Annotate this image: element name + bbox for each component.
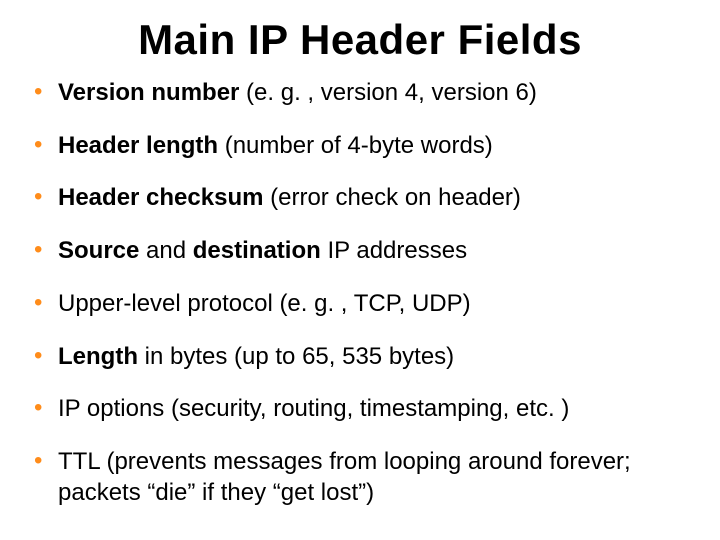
list-item: IP options (security, routing, timestamp… <box>26 394 694 425</box>
list-item: Upper-level protocol (e. g. , TCP, UDP) <box>26 289 694 320</box>
text: (e. g. , version 4, version 6) <box>239 79 536 106</box>
list-item: Source and destination IP addresses <box>26 236 694 267</box>
text: (error check on header) <box>263 184 520 211</box>
emphasis: Source <box>58 237 139 264</box>
text: Upper-level protocol (e. g. , TCP, UDP) <box>58 290 471 317</box>
text: IP options (security, routing, timestamp… <box>58 395 569 422</box>
text: IP addresses <box>321 237 467 264</box>
list-item: Header checksum (error check on header) <box>26 183 694 214</box>
text: in bytes (up to 65, 535 bytes) <box>138 343 454 370</box>
emphasis: Header checksum <box>58 184 263 211</box>
emphasis: Header length <box>58 132 218 159</box>
slide-title: Main IP Header Fields <box>20 16 700 64</box>
list-item: Version number (e. g. , version 4, versi… <box>26 78 694 109</box>
text: TTL (prevents messages from looping arou… <box>58 448 631 506</box>
bullet-list: Version number (e. g. , version 4, versi… <box>20 78 700 508</box>
list-item: TTL (prevents messages from looping arou… <box>26 447 694 508</box>
emphasis: Length <box>58 343 138 370</box>
text: and <box>139 237 192 264</box>
emphasis: destination <box>193 237 321 264</box>
emphasis: Version number <box>58 79 239 106</box>
list-item: Header length (number of 4-byte words) <box>26 131 694 162</box>
text: (number of 4-byte words) <box>218 132 493 159</box>
list-item: Length in bytes (up to 65, 535 bytes) <box>26 342 694 373</box>
slide: Main IP Header Fields Version number (e.… <box>0 0 720 540</box>
